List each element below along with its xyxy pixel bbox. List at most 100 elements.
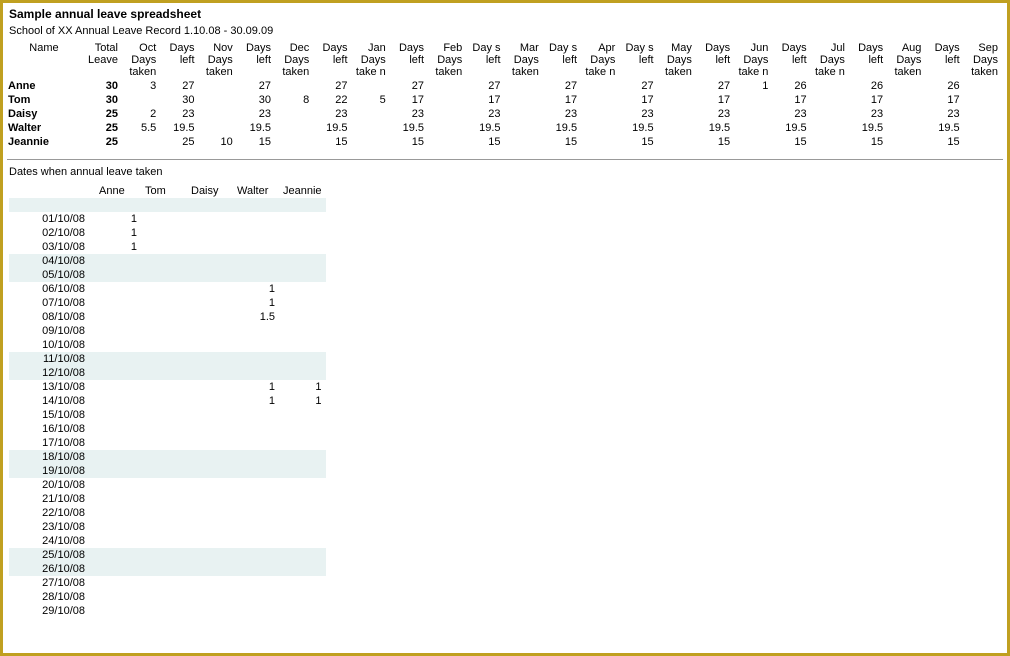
cell [187, 534, 233, 548]
cell: 15 [311, 135, 349, 149]
cell [95, 408, 141, 422]
cell [187, 436, 233, 450]
cell [187, 366, 233, 380]
date-cell: 22/10/08 [9, 506, 95, 520]
cell [95, 436, 141, 450]
cell [279, 324, 326, 338]
date-cell: 24/10/08 [9, 534, 95, 548]
cell [141, 254, 187, 268]
cell [809, 79, 847, 93]
cell [141, 534, 187, 548]
cell [233, 548, 279, 562]
cell [187, 198, 233, 212]
cell [141, 436, 187, 450]
cell [187, 268, 233, 282]
cell [279, 436, 326, 450]
date-cell: 27/10/08 [9, 576, 95, 590]
table-row: 29/10/08 [9, 604, 326, 618]
cell [885, 135, 923, 149]
cell [95, 590, 141, 604]
dates-header-person: Walter [233, 184, 279, 198]
table-row: 14/10/0811 [9, 394, 326, 408]
cell [279, 296, 326, 310]
cell [95, 562, 141, 576]
cell: 23 [158, 107, 196, 121]
cell: 1 [279, 394, 326, 408]
cell [233, 240, 279, 254]
cell [233, 408, 279, 422]
cell [187, 282, 233, 296]
cell: 23 [235, 107, 273, 121]
row-name: Tom [6, 93, 82, 107]
cell [197, 107, 235, 121]
cell [95, 450, 141, 464]
cell: 23 [388, 107, 426, 121]
cell: 2 [120, 107, 158, 121]
cell [141, 450, 187, 464]
cell: 19.5 [464, 121, 502, 135]
cell: 1.5 [233, 310, 279, 324]
cell [141, 576, 187, 590]
cell: 27 [541, 79, 579, 93]
cell: 23 [311, 107, 349, 121]
cell [95, 520, 141, 534]
date-cell: 18/10/08 [9, 450, 95, 464]
cell [95, 576, 141, 590]
table-row: 16/10/08 [9, 422, 326, 436]
cell [95, 394, 141, 408]
cell [350, 121, 388, 135]
table-row: Anne30327272727272727271262626 [6, 79, 1004, 93]
cell [279, 464, 326, 478]
cell [141, 338, 187, 352]
cell [962, 107, 1000, 121]
cell [279, 226, 326, 240]
cell [141, 240, 187, 254]
cell: 23 [770, 107, 808, 121]
date-cell: 19/10/08 [9, 464, 95, 478]
cell [279, 240, 326, 254]
table-row: 27/10/08 [9, 576, 326, 590]
cell: 27 [235, 79, 273, 93]
cell [187, 478, 233, 492]
summary-header: Jan Days take n [350, 41, 388, 79]
cell [141, 380, 187, 394]
cell: 15 [617, 135, 655, 149]
date-cell: 11/10/08 [9, 352, 95, 366]
summary-header: Days left [847, 41, 885, 79]
cell [187, 254, 233, 268]
cell: 26 [923, 79, 961, 93]
cell [350, 107, 388, 121]
cell [579, 93, 617, 107]
cell: 19.5 [541, 121, 579, 135]
cell [233, 338, 279, 352]
dates-table: AnneTomDaisyWalterJeannie 01/10/08102/10… [9, 184, 326, 618]
dates-header-person: Tom [141, 184, 187, 198]
summary-header: Day s left [541, 41, 579, 79]
cell [279, 450, 326, 464]
cell [279, 366, 326, 380]
cell [279, 212, 326, 226]
table-row: 02/10/081 [9, 226, 326, 240]
cell: 19.5 [694, 121, 732, 135]
cell [95, 324, 141, 338]
table-row: 26/10/08 [9, 562, 326, 576]
cell [233, 254, 279, 268]
cell [233, 366, 279, 380]
cell [187, 450, 233, 464]
cell [233, 604, 279, 618]
date-cell: 10/10/08 [9, 338, 95, 352]
cell [95, 282, 141, 296]
summary-header: Days left [388, 41, 426, 79]
cell [187, 590, 233, 604]
cell [187, 338, 233, 352]
cell [141, 268, 187, 282]
cell [95, 310, 141, 324]
cell [141, 366, 187, 380]
cell [885, 79, 923, 93]
table-row: 19/10/08 [9, 464, 326, 478]
cell: 19.5 [847, 121, 885, 135]
summary-header: Days left [158, 41, 196, 79]
date-cell: 03/10/08 [9, 240, 95, 254]
table-row: 25/10/08 [9, 548, 326, 562]
cell [187, 212, 233, 226]
